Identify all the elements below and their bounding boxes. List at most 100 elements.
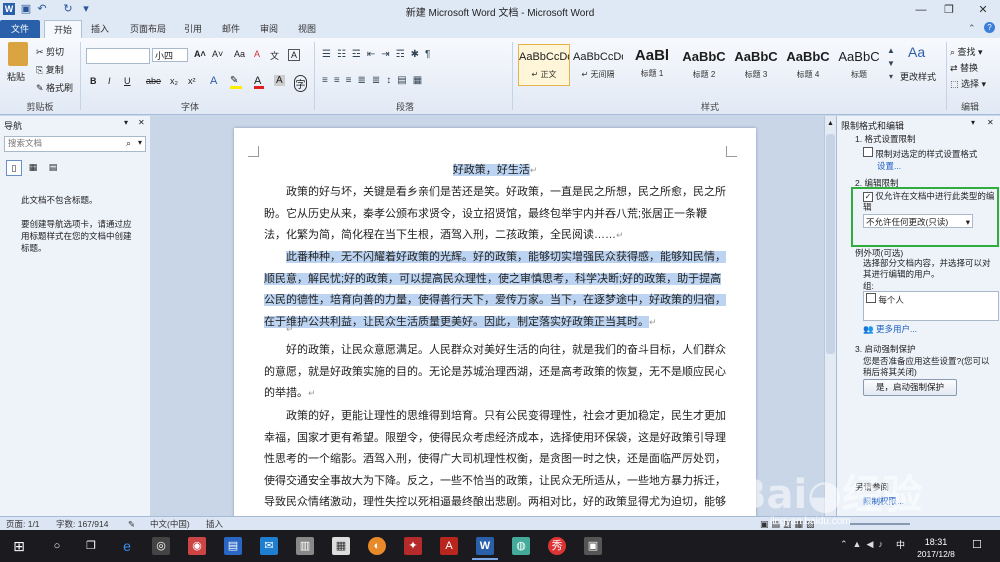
tray-icons[interactable]: ⌃▲◀♪ bbox=[840, 539, 888, 550]
styles-scroll-icon[interactable]: ▲ ▼ ▾ bbox=[886, 44, 896, 84]
app-icon[interactable]: ◐ bbox=[368, 537, 386, 555]
help-icon[interactable]: ? bbox=[984, 22, 995, 33]
edge-icon[interactable]: e bbox=[118, 537, 136, 555]
nav-search-input[interactable] bbox=[5, 137, 121, 149]
tab-home[interactable]: 开始 bbox=[44, 20, 82, 39]
app-icon[interactable]: ✦ bbox=[404, 537, 422, 555]
headings-view-icon[interactable]: ▯ bbox=[6, 160, 22, 176]
clear-format-button[interactable]: A bbox=[254, 49, 260, 59]
users-list[interactable]: 每个人 bbox=[863, 291, 999, 321]
tab-page-layout[interactable]: 页面布局 bbox=[124, 20, 172, 38]
paragraph-list-icons[interactable]: ☰☷☲⇤⇥☶✱¶ bbox=[322, 49, 436, 60]
app-icon[interactable]: ◎ bbox=[152, 537, 170, 555]
find-button[interactable]: ⌕ 查找 ▾ bbox=[950, 45, 983, 58]
text-effects-icon[interactable]: A bbox=[210, 75, 222, 87]
minimize-button[interactable]: — bbox=[906, 0, 936, 20]
format-painter-button[interactable]: ✎ 格式刷 bbox=[36, 81, 73, 94]
style-no-spacing[interactable]: AaBbCcDd ↵ 无间隔 bbox=[572, 44, 624, 86]
zoom-slider[interactable] bbox=[850, 523, 910, 525]
language-status[interactable]: 中文(中国) bbox=[150, 517, 190, 531]
restore-button[interactable]: ❐ bbox=[934, 0, 964, 20]
app-icon[interactable]: ▣ bbox=[584, 537, 602, 555]
tab-references[interactable]: 引用 bbox=[178, 20, 208, 38]
editing-type-select[interactable]: 不允许任何更改(只读) ▾ bbox=[863, 214, 973, 228]
pages-view-icon[interactable]: ▦ bbox=[26, 160, 40, 174]
app-icon[interactable]: ▥ bbox=[296, 537, 314, 555]
strikethrough-button[interactable]: abe bbox=[146, 76, 161, 86]
style-normal[interactable]: AaBbCcDd ↵ 正文 bbox=[518, 44, 570, 86]
pdf-icon[interactable]: A bbox=[440, 537, 458, 555]
pinyin-button[interactable]: 文 bbox=[270, 49, 279, 62]
enclose-char-icon[interactable]: 字 bbox=[294, 75, 307, 92]
word-count[interactable]: 字数: 167/914 bbox=[56, 517, 108, 531]
start-enforcing-button[interactable]: 是，启动强制保护 bbox=[863, 379, 957, 396]
char-shading-icon[interactable]: A bbox=[274, 75, 285, 86]
paragraph-align-icons[interactable]: ≡≡≡≣≣↕▤▦ bbox=[322, 75, 428, 86]
app-icon[interactable]: 秀 bbox=[548, 537, 566, 555]
superscript-button[interactable]: x² bbox=[188, 76, 196, 86]
tab-view[interactable]: 视图 bbox=[292, 20, 322, 38]
calculator-icon[interactable]: ▦ bbox=[332, 537, 350, 555]
copy-button[interactable]: ⎘ 复制 bbox=[36, 63, 64, 76]
tab-review[interactable]: 审阅 bbox=[254, 20, 284, 38]
formatting-restriction-option[interactable]: 限制对选定的样式设置格式 bbox=[863, 147, 993, 160]
change-case-button[interactable]: Aa bbox=[234, 49, 245, 59]
grow-font-button[interactable]: A˄ bbox=[194, 49, 206, 59]
word-taskbar-icon[interactable]: W bbox=[476, 537, 494, 555]
clock-time[interactable]: 18:31 bbox=[912, 537, 960, 547]
bold-button[interactable]: B bbox=[90, 76, 97, 86]
vertical-scrollbar[interactable]: ▲ bbox=[824, 116, 836, 516]
style-heading-1[interactable]: AaBl 标题 1 bbox=[626, 44, 678, 86]
clock-date[interactable]: 2017/12/8 bbox=[912, 549, 960, 559]
tab-file[interactable]: 文件 bbox=[0, 20, 40, 38]
replace-button[interactable]: ⇄ 替换 bbox=[950, 61, 978, 74]
select-button[interactable]: ⬚ 选择 ▾ bbox=[950, 77, 986, 90]
tab-mailings[interactable]: 邮件 bbox=[216, 20, 246, 38]
editing-checkbox[interactable]: ✓ bbox=[863, 192, 873, 202]
app-icon[interactable]: ✉ bbox=[260, 537, 278, 555]
pane-close-icon[interactable]: ✕ bbox=[987, 118, 994, 127]
search-icon[interactable]: ○ bbox=[48, 537, 66, 555]
proofing-icon[interactable]: ✎ bbox=[128, 517, 135, 531]
char-border-button[interactable]: A bbox=[288, 49, 301, 61]
task-view-icon[interactable]: ❐ bbox=[82, 537, 100, 555]
subscript-button[interactable]: x₂ bbox=[170, 76, 178, 86]
paste-icon[interactable] bbox=[8, 42, 28, 66]
notifications-icon[interactable]: ☐ bbox=[972, 538, 982, 551]
change-styles-icon[interactable]: Aa bbox=[908, 44, 925, 60]
results-view-icon[interactable]: ▤ bbox=[46, 160, 60, 174]
app-icon[interactable]: ▤ bbox=[224, 537, 242, 555]
paste-button[interactable]: 粘贴 bbox=[7, 70, 25, 83]
style-heading-2[interactable]: AaBbC 标题 2 bbox=[678, 44, 730, 86]
nav-menu-icon[interactable]: ▾ bbox=[124, 118, 128, 127]
search-dropdown-icon[interactable]: ▾ bbox=[138, 138, 142, 147]
italic-button[interactable]: I bbox=[108, 76, 111, 86]
insert-mode[interactable]: 插入 bbox=[206, 517, 223, 531]
pane-menu-icon[interactable]: ▾ bbox=[971, 118, 975, 127]
style-heading-4[interactable]: AaBbC 标题 4 bbox=[782, 44, 834, 86]
formatting-checkbox[interactable] bbox=[863, 147, 873, 157]
scrollbar-thumb[interactable] bbox=[826, 134, 835, 354]
more-users-link[interactable]: 👥 更多用户... bbox=[863, 324, 917, 335]
tab-insert[interactable]: 插入 bbox=[82, 20, 118, 38]
scroll-up-icon[interactable]: ▲ bbox=[827, 120, 834, 127]
editing-restriction-option[interactable]: ✓ 仅允许在文档中进行此类型的编辑 bbox=[863, 191, 995, 213]
change-styles-button[interactable]: 更改样式 bbox=[900, 70, 936, 83]
app-icon[interactable]: ◉ bbox=[188, 537, 206, 555]
document-page[interactable]: 好政策，好生活↵ 政策的好与坏，关键是看乡亲们是苦还是笑。好政策，一直是民之所想… bbox=[234, 128, 756, 516]
style-heading-3[interactable]: AaBbC 标题 3 bbox=[730, 44, 782, 86]
app-icon[interactable]: ◍ bbox=[512, 537, 530, 555]
underline-button[interactable]: U bbox=[124, 76, 131, 86]
font-name-input[interactable] bbox=[86, 48, 150, 64]
close-button[interactable]: ✕ bbox=[966, 0, 1000, 20]
minimize-ribbon-icon[interactable]: ⌃ bbox=[968, 23, 976, 34]
nav-close-icon[interactable]: ✕ bbox=[138, 118, 145, 127]
page-count[interactable]: 页面: 1/1 bbox=[6, 517, 40, 531]
start-icon[interactable]: ⊞ bbox=[10, 537, 28, 555]
everyone-checkbox[interactable] bbox=[866, 293, 876, 303]
font-size-input[interactable]: 小四 bbox=[152, 48, 188, 62]
cut-button[interactable]: ✂ 剪切 bbox=[36, 45, 64, 58]
nav-search-field[interactable]: ⌕ ▾ bbox=[4, 136, 146, 152]
formatting-settings-link[interactable]: 设置... bbox=[877, 161, 901, 172]
search-icon[interactable]: ⌕ bbox=[126, 138, 131, 149]
